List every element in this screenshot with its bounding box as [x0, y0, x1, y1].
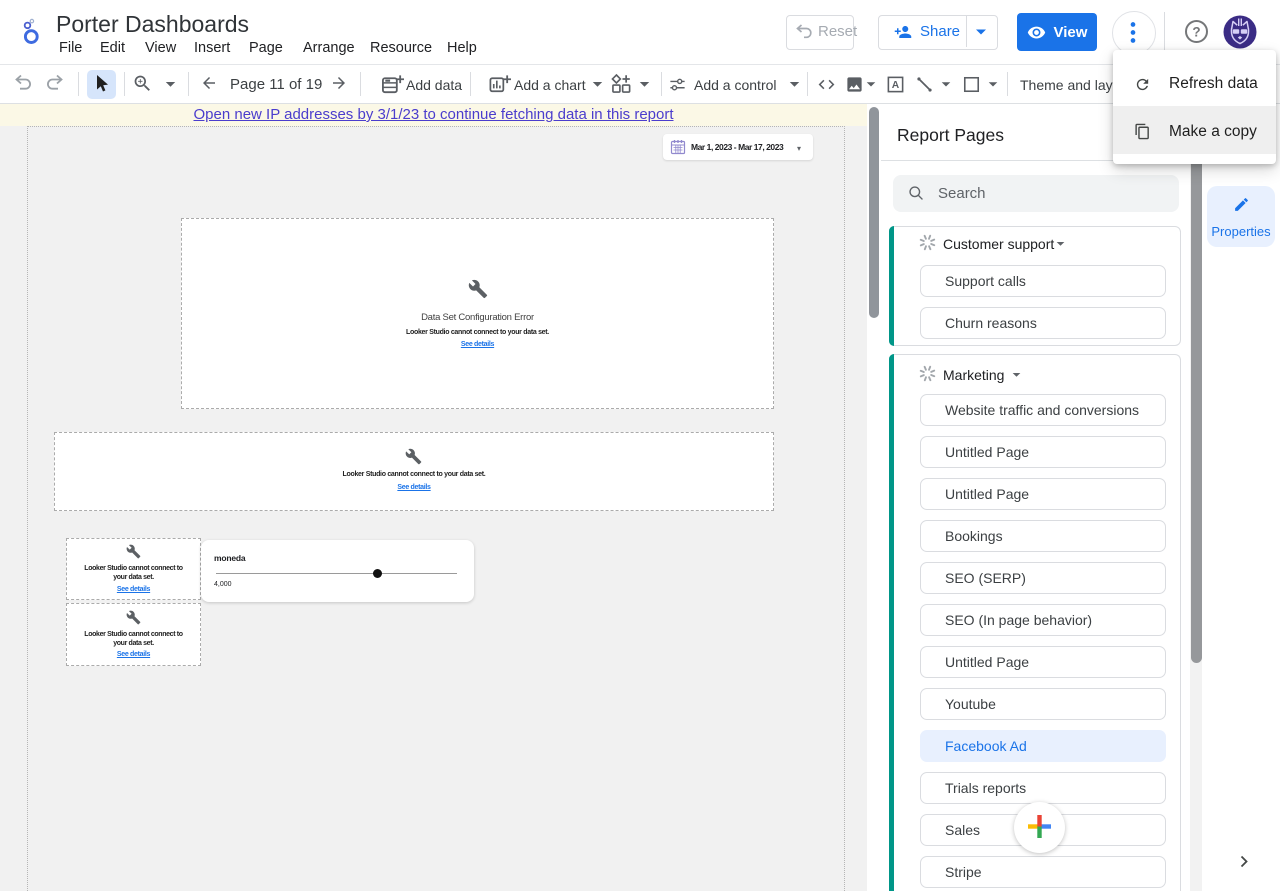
svg-text:A: A — [892, 80, 900, 91]
svg-text:?: ? — [1192, 24, 1200, 39]
